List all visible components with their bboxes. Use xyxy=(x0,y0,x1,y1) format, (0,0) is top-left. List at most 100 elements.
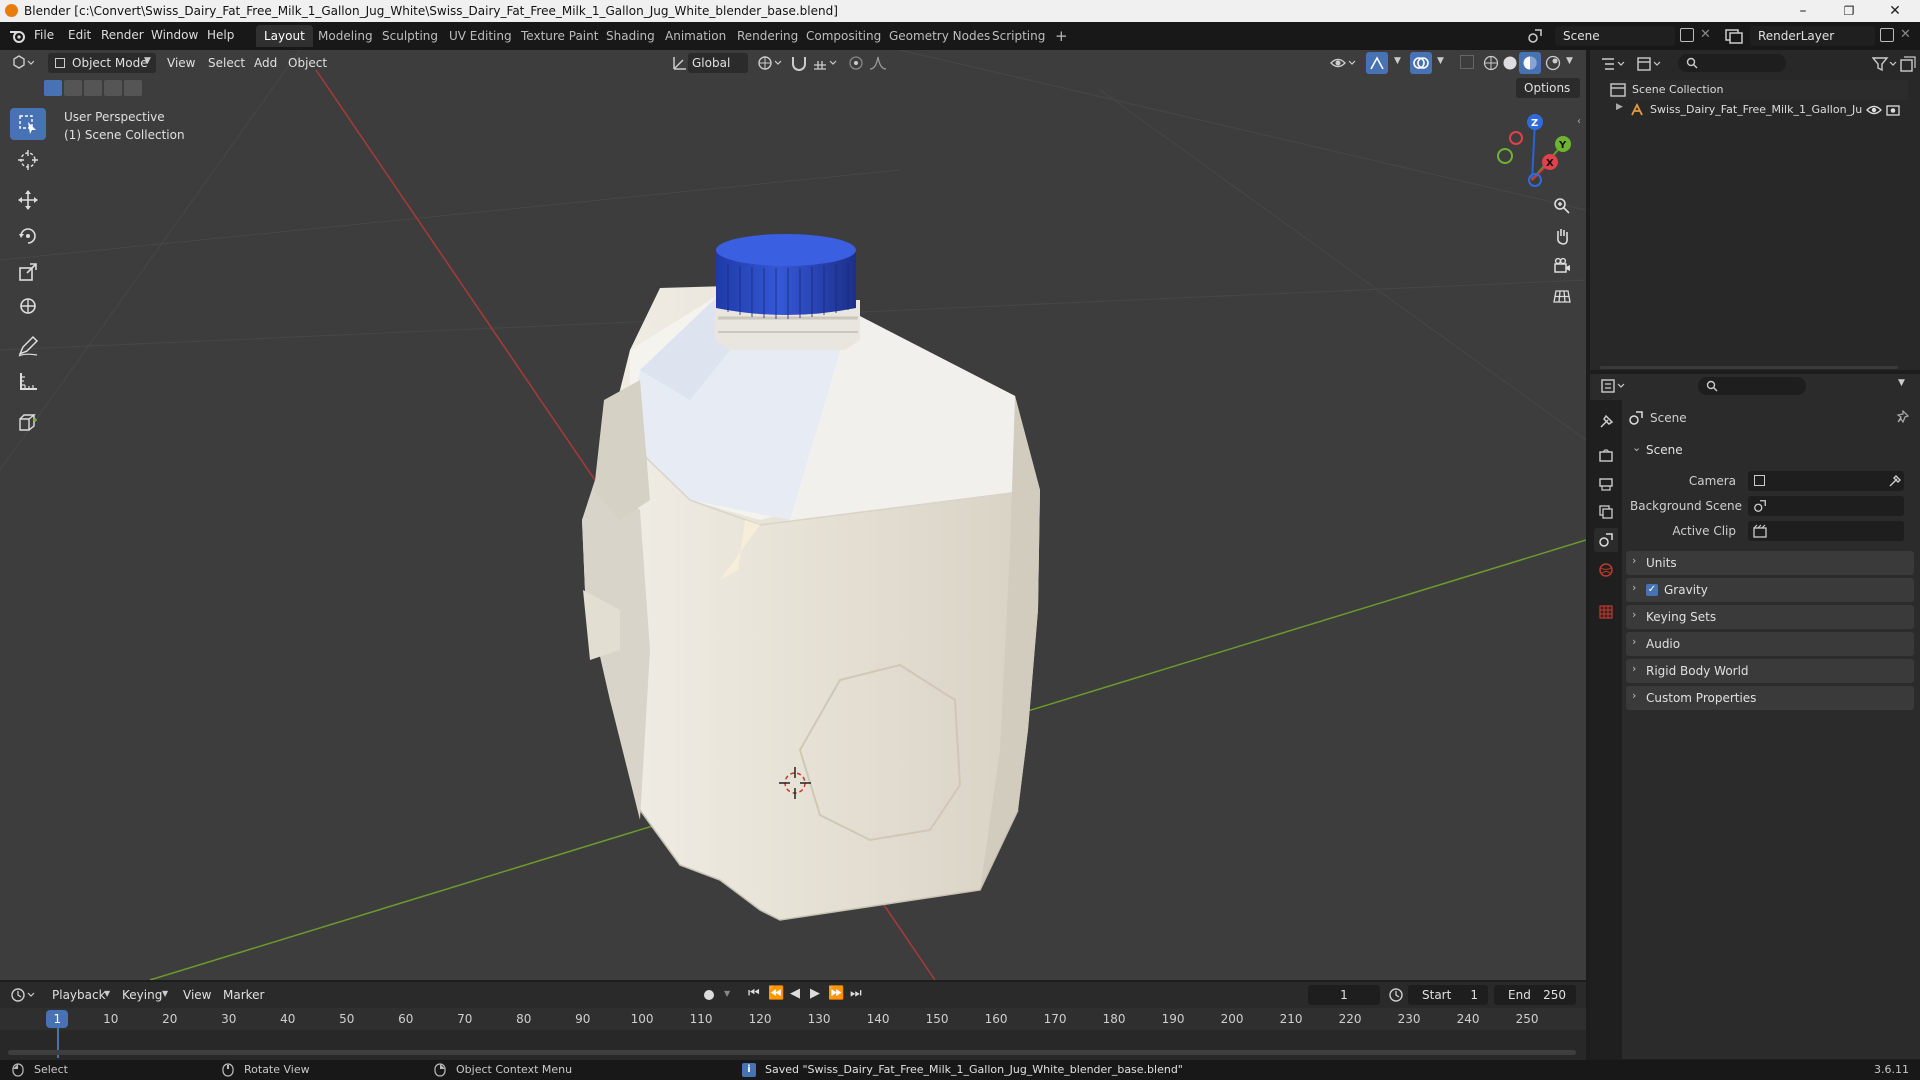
scale-tool[interactable] xyxy=(10,256,46,288)
move-tool[interactable] xyxy=(10,184,46,216)
minimize-button[interactable]: – xyxy=(1780,0,1826,22)
tab-tool[interactable] xyxy=(1594,410,1618,434)
expand-arrow-icon[interactable]: ▶ xyxy=(1616,102,1623,112)
timeline[interactable]: 1 10 20 30 40 50 60 70 80 90 100 110 120 130 140 150 160… xyxy=(0,1008,1586,1060)
select-box-tool[interactable] xyxy=(10,108,46,140)
record-options-icon[interactable]: ▼ xyxy=(724,989,730,998)
current-frame-field[interactable]: 1 xyxy=(1308,985,1380,1005)
new-view-layer-icon[interactable] xyxy=(1880,28,1894,42)
tab-view-layer[interactable] xyxy=(1594,500,1618,524)
tab-scene[interactable] xyxy=(1594,528,1618,552)
outliner-editor-icon[interactable] xyxy=(1600,56,1626,72)
pin-icon[interactable] xyxy=(1896,410,1910,424)
preview-range-icon[interactable] xyxy=(1388,987,1404,1003)
shading-dropdown-icon[interactable]: ▼ xyxy=(1566,56,1573,66)
annotate-tool[interactable] xyxy=(10,330,46,362)
select-extend-icon[interactable] xyxy=(64,80,82,96)
panel-keying-sets[interactable]: › Keying Sets xyxy=(1626,605,1914,629)
timeline-scrollbar[interactable] xyxy=(8,1050,1576,1055)
new-scene-icon[interactable] xyxy=(1680,28,1694,42)
jump-keyframe-forward-icon[interactable]: ⏩ xyxy=(828,986,844,1001)
rotate-tool[interactable] xyxy=(10,220,46,252)
overlay-toggle-button[interactable] xyxy=(1410,52,1432,74)
add-cube-tool[interactable] xyxy=(10,406,46,438)
outliner-row-jug[interactable]: ▶ Swiss_Dairy_Fat_Free_Milk_1_Gallon_Ju xyxy=(1610,100,1908,120)
tab-texture-paint[interactable]: Texture Paint xyxy=(513,25,606,47)
cursor-tool[interactable] xyxy=(10,144,46,176)
outliner-search-input[interactable] xyxy=(1678,54,1786,72)
sidebar-toggle-icon[interactable]: ‹ xyxy=(1577,116,1581,127)
tab-render[interactable] xyxy=(1594,444,1618,468)
select-invert-icon[interactable] xyxy=(104,80,122,96)
tab-rendering[interactable]: Rendering xyxy=(729,25,806,47)
gizmo-dropdown-icon[interactable]: ▼ xyxy=(1394,56,1401,66)
pivot-point-icon[interactable] xyxy=(757,55,783,71)
background-scene-field[interactable] xyxy=(1748,496,1904,516)
camera-field[interactable] xyxy=(1748,471,1904,491)
properties-search-input[interactable] xyxy=(1698,377,1806,395)
falloff-icon[interactable] xyxy=(868,55,892,71)
proportional-editing-icon[interactable] xyxy=(848,55,864,71)
tab-animation[interactable]: Animation xyxy=(657,25,734,47)
panel-scene[interactable]: ⌄ Scene xyxy=(1626,438,1914,462)
tab-geometry-nodes[interactable]: Geometry Nodes xyxy=(881,25,998,47)
blender-menu-icon[interactable] xyxy=(9,29,25,43)
remove-scene-icon[interactable]: ✕ xyxy=(1700,27,1711,42)
viewport-menu-view[interactable]: View xyxy=(167,56,195,70)
tab-modeling[interactable]: Modeling xyxy=(310,25,381,47)
jump-start-icon[interactable]: ⏮ xyxy=(748,986,760,1001)
viewport-menu-object[interactable]: Object xyxy=(288,56,327,70)
tab-uv-editing[interactable]: UV Editing xyxy=(441,25,520,47)
visibility-toggle-icon[interactable] xyxy=(1330,55,1358,71)
scene-icon[interactable] xyxy=(1527,28,1543,44)
snap-target-icon[interactable] xyxy=(812,55,840,71)
outliner-row-scene-collection[interactable]: Scene Collection xyxy=(1610,80,1908,100)
solid-shading-icon[interactable] xyxy=(1502,55,1518,71)
transform-tool[interactable] xyxy=(10,290,46,322)
jump-keyframe-back-icon[interactable]: ⏪ xyxy=(768,986,784,1001)
gravity-checkbox[interactable]: ✓ xyxy=(1646,584,1658,596)
xray-toggle-icon[interactable] xyxy=(1460,55,1474,69)
display-mode-icon[interactable] xyxy=(1636,56,1662,72)
pan-view-button[interactable] xyxy=(1548,222,1576,250)
active-clip-field[interactable] xyxy=(1748,521,1904,541)
filter-icon[interactable] xyxy=(1872,56,1898,72)
options-dropdown[interactable]: Options xyxy=(1516,78,1580,98)
play-reverse-icon[interactable]: ◀ xyxy=(790,986,800,1001)
menu-render[interactable]: Render xyxy=(101,28,144,42)
new-collection-icon[interactable] xyxy=(1900,56,1916,72)
panel-gravity[interactable]: › ✓ Gravity xyxy=(1626,578,1914,602)
select-intersect-icon[interactable] xyxy=(124,80,142,96)
3d-viewport[interactable]: Z Y X xyxy=(0,50,1586,980)
outliner-scrollbar[interactable] xyxy=(1600,366,1898,369)
properties-options-icon[interactable]: ▼ xyxy=(1898,378,1905,388)
properties-editor-icon[interactable] xyxy=(1600,378,1626,394)
menu-edit[interactable]: Edit xyxy=(68,28,91,42)
panel-rigid-body-world[interactable]: › Rigid Body World xyxy=(1626,659,1914,683)
menu-help[interactable]: Help xyxy=(207,28,234,42)
timeline-menu-keying[interactable]: Keying xyxy=(122,988,162,1002)
remove-view-layer-icon[interactable]: ✕ xyxy=(1900,27,1911,42)
maximize-button[interactable]: ❐ xyxy=(1826,0,1872,22)
tab-texture[interactable] xyxy=(1594,600,1618,624)
gizmo-toggle-button[interactable] xyxy=(1366,52,1388,74)
add-workspace-button[interactable]: + xyxy=(1047,25,1076,47)
editor-type-icon[interactable] xyxy=(12,55,34,71)
tab-sculpting[interactable]: Sculpting xyxy=(374,25,446,47)
rendered-shading-icon[interactable] xyxy=(1545,55,1561,71)
record-icon[interactable] xyxy=(704,990,714,1000)
eyedropper-icon[interactable] xyxy=(1888,474,1902,488)
panel-custom-properties[interactable]: › Custom Properties xyxy=(1626,686,1914,710)
measure-tool[interactable] xyxy=(10,366,46,398)
scene-field[interactable]: Scene xyxy=(1555,26,1675,46)
jump-end-icon[interactable]: ⏭ xyxy=(850,986,862,1001)
tab-scripting[interactable]: Scripting xyxy=(984,25,1053,47)
wireframe-shading-icon[interactable] xyxy=(1483,55,1499,71)
tab-layout[interactable]: Layout xyxy=(256,25,313,47)
view-layer-field[interactable]: RenderLayer xyxy=(1750,26,1875,46)
panel-audio[interactable]: › Audio xyxy=(1626,632,1914,656)
tab-shading[interactable]: Shading xyxy=(598,25,663,47)
viewport-menu-select[interactable]: Select xyxy=(208,56,245,70)
timeline-menu-playback[interactable]: Playback xyxy=(52,988,106,1002)
play-icon[interactable]: ▶ xyxy=(810,986,820,1001)
